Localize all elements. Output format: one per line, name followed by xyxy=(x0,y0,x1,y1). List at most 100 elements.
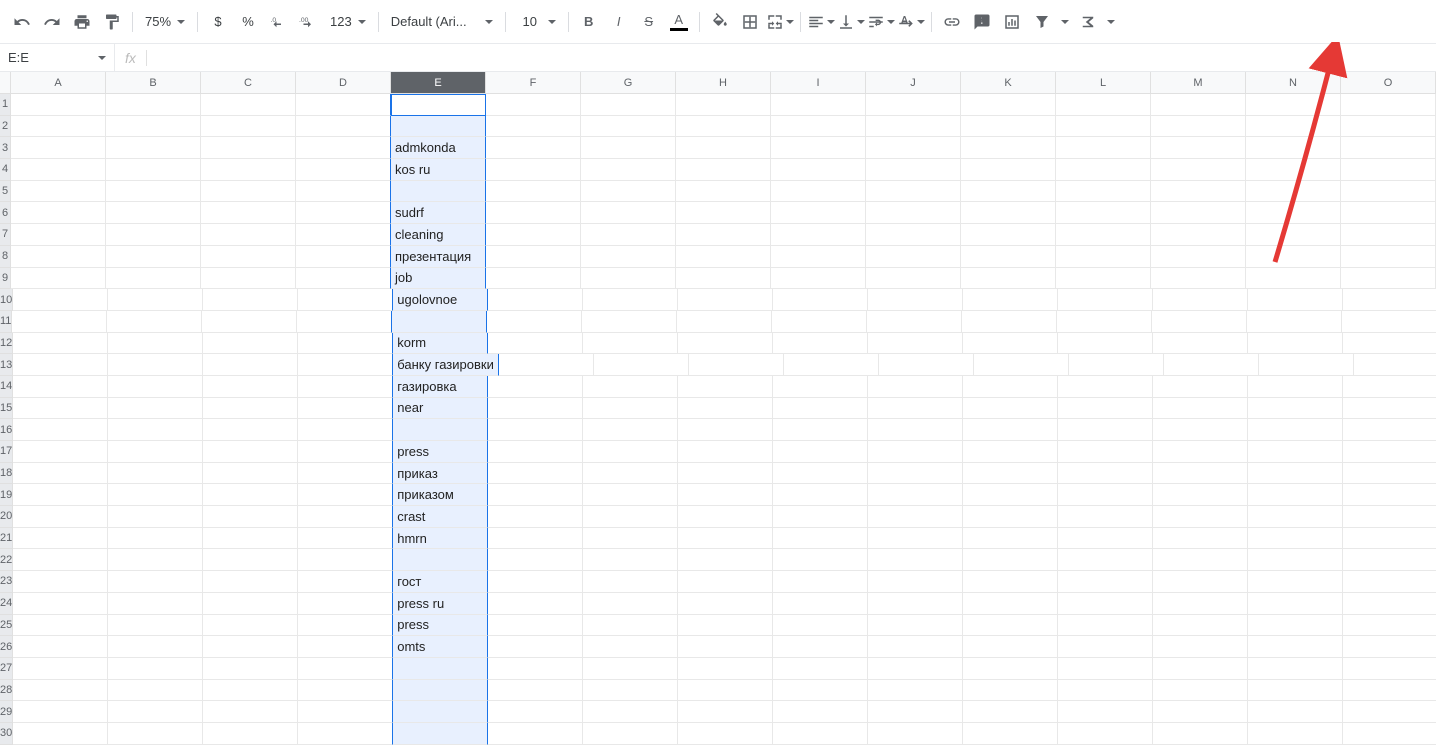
cell[interactable] xyxy=(1056,159,1151,181)
row-header[interactable]: 30 xyxy=(0,723,13,745)
cell[interactable] xyxy=(1343,289,1436,311)
cell[interactable] xyxy=(773,441,868,463)
cell[interactable] xyxy=(974,354,1069,376)
insert-link-button[interactable] xyxy=(938,8,966,36)
cell[interactable] xyxy=(393,723,488,745)
cell[interactable] xyxy=(771,116,866,138)
cell[interactable] xyxy=(1343,333,1436,355)
fill-color-button[interactable] xyxy=(706,8,734,36)
cell[interactable] xyxy=(1248,463,1343,485)
cell[interactable] xyxy=(203,636,298,658)
cell[interactable] xyxy=(298,701,393,723)
cell[interactable] xyxy=(1248,289,1343,311)
cell[interactable] xyxy=(868,506,963,528)
cell[interactable] xyxy=(108,354,203,376)
cell[interactable] xyxy=(868,289,963,311)
cell[interactable] xyxy=(773,701,868,723)
cell[interactable] xyxy=(1153,376,1248,398)
cell[interactable] xyxy=(784,354,879,376)
cell[interactable] xyxy=(771,159,866,181)
cell[interactable] xyxy=(963,615,1058,637)
text-wrap-button[interactable] xyxy=(867,8,895,36)
cell[interactable] xyxy=(676,224,771,246)
cell[interactable] xyxy=(1069,354,1164,376)
cell[interactable] xyxy=(13,571,108,593)
cell[interactable] xyxy=(773,549,868,571)
cell[interactable]: ugolovnoe xyxy=(393,289,488,311)
cell[interactable] xyxy=(203,398,298,420)
row-header[interactable]: 1 xyxy=(0,94,11,116)
cell[interactable]: press ru xyxy=(393,593,488,615)
cell[interactable] xyxy=(107,311,202,333)
cell[interactable] xyxy=(1343,723,1436,745)
cell[interactable] xyxy=(1248,506,1343,528)
cell[interactable] xyxy=(581,94,676,116)
cell[interactable] xyxy=(581,116,676,138)
cell[interactable] xyxy=(1058,658,1153,680)
cell[interactable] xyxy=(1058,549,1153,571)
cell[interactable] xyxy=(773,528,868,550)
cell[interactable] xyxy=(296,268,391,290)
vertical-align-button[interactable] xyxy=(837,8,865,36)
cell[interactable] xyxy=(1343,463,1436,485)
cell[interactable] xyxy=(1153,549,1248,571)
cell[interactable] xyxy=(678,593,773,615)
cell[interactable] xyxy=(963,593,1058,615)
cell[interactable] xyxy=(583,680,678,702)
cell[interactable] xyxy=(1341,181,1436,203)
cell[interactable] xyxy=(1058,636,1153,658)
cell[interactable] xyxy=(391,116,486,138)
cell[interactable]: приказом xyxy=(393,484,488,506)
currency-button[interactable]: $ xyxy=(204,8,232,36)
cell[interactable] xyxy=(867,311,962,333)
cell[interactable] xyxy=(581,202,676,224)
cell[interactable] xyxy=(486,94,581,116)
cell[interactable] xyxy=(771,202,866,224)
cell[interactable] xyxy=(298,593,393,615)
cell[interactable] xyxy=(1341,246,1436,268)
cell[interactable] xyxy=(298,636,393,658)
cell[interactable] xyxy=(963,289,1058,311)
cell[interactable] xyxy=(772,311,867,333)
cell[interactable] xyxy=(1153,723,1248,745)
cell[interactable] xyxy=(1056,181,1151,203)
cell[interactable] xyxy=(1248,593,1343,615)
cell[interactable] xyxy=(866,159,961,181)
column-header[interactable]: J xyxy=(866,72,961,93)
cell[interactable] xyxy=(296,137,391,159)
cell[interactable] xyxy=(108,571,203,593)
cell[interactable] xyxy=(11,181,106,203)
select-all-corner[interactable] xyxy=(0,72,11,93)
cell[interactable] xyxy=(868,701,963,723)
cell[interactable] xyxy=(678,571,773,593)
cell[interactable] xyxy=(11,94,106,116)
cell[interactable] xyxy=(391,181,486,203)
cell[interactable] xyxy=(13,549,108,571)
cell[interactable] xyxy=(298,549,393,571)
cell[interactable] xyxy=(1246,181,1341,203)
merge-cells-button[interactable] xyxy=(766,8,794,36)
redo-button[interactable] xyxy=(38,8,66,36)
cell[interactable] xyxy=(676,94,771,116)
cell[interactable] xyxy=(1341,202,1436,224)
cell[interactable] xyxy=(203,376,298,398)
row-header[interactable]: 10 xyxy=(0,289,13,311)
cell[interactable] xyxy=(1058,419,1153,441)
cell[interactable] xyxy=(678,506,773,528)
cell[interactable] xyxy=(1151,94,1246,116)
cell[interactable] xyxy=(581,137,676,159)
cell[interactable] xyxy=(108,441,203,463)
cell[interactable] xyxy=(866,116,961,138)
cell[interactable] xyxy=(486,116,581,138)
cell[interactable] xyxy=(1343,528,1436,550)
cell[interactable] xyxy=(1343,549,1436,571)
cell[interactable] xyxy=(1341,137,1436,159)
cell[interactable] xyxy=(1058,615,1153,637)
cell[interactable] xyxy=(106,246,201,268)
cell[interactable] xyxy=(678,636,773,658)
cell[interactable] xyxy=(879,354,974,376)
cell[interactable] xyxy=(963,549,1058,571)
cell[interactable] xyxy=(1058,593,1153,615)
row-header[interactable]: 4 xyxy=(0,159,11,181)
cell[interactable] xyxy=(13,723,108,745)
